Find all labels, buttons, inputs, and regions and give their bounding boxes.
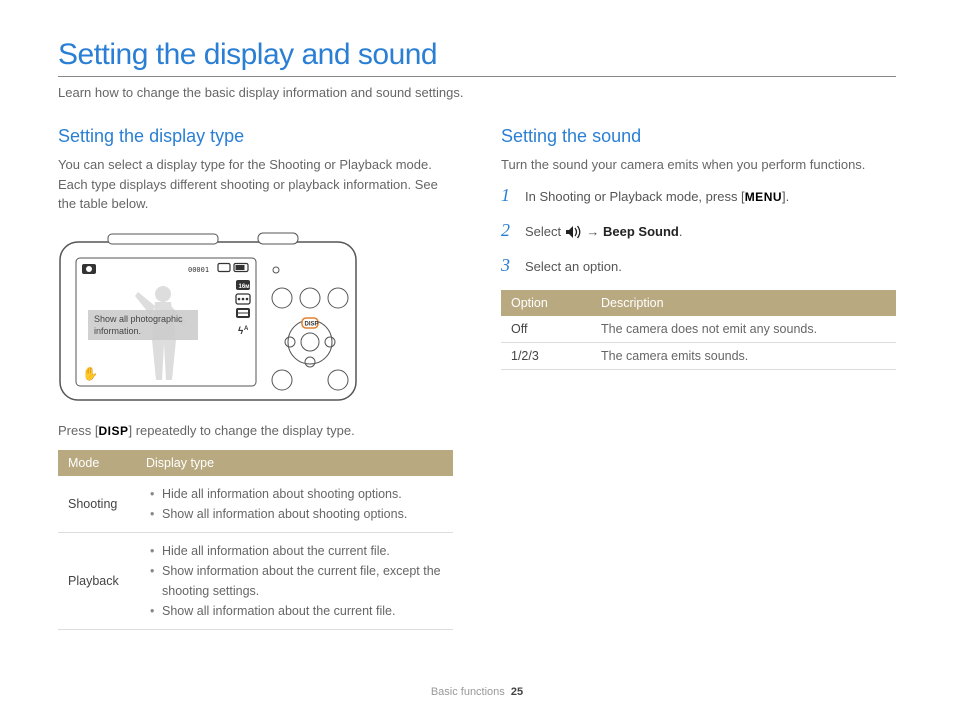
description-header: Description (591, 290, 896, 316)
svg-text:A: A (244, 326, 249, 332)
option-header: Option (501, 290, 591, 316)
list-item: Show all information about shooting opti… (150, 504, 443, 524)
disp-key-label: DISP (98, 424, 128, 438)
sound-options-table: Option Description Off The camera does n… (501, 290, 896, 370)
display-type-desc: You can select a display type for the Sh… (58, 155, 453, 214)
svg-text:DISP: DISP (305, 321, 319, 327)
table-row: Shooting Hide all information about shoo… (58, 476, 453, 533)
table-row: Playback Hide all information about the … (58, 533, 453, 630)
table-row: Off The camera does not emit any sounds. (501, 316, 896, 343)
page-title: Setting the display and sound (58, 38, 896, 77)
shooting-items: Hide all information about shooting opti… (136, 476, 453, 533)
step-1: 1 In Shooting or Playback mode, press [M… (501, 185, 896, 206)
list-item: Show all information about the current f… (150, 601, 443, 621)
step-number: 1 (501, 185, 515, 206)
svg-text:00001: 00001 (188, 266, 209, 274)
page-footer: Basic functions 25 (0, 686, 954, 698)
svg-text:✋: ✋ (82, 366, 98, 381)
arrow-icon: → (586, 224, 599, 239)
press-disp-text: Press [DISP] repeatedly to change the di… (58, 421, 453, 441)
content-columns: Setting the display type You can select … (58, 126, 896, 630)
step-3: 3 Select an option. (501, 255, 896, 276)
option-off: Off (501, 316, 591, 343)
beep-sound-label: Beep Sound (603, 224, 679, 239)
option-123-desc: The camera emits sounds. (591, 342, 896, 369)
callout-line2: information. (94, 326, 141, 336)
display-type-heading: Setting the display type (58, 126, 453, 147)
right-column: Setting the sound Turn the sound your ca… (501, 126, 896, 630)
steps-list: 1 In Shooting or Playback mode, press [M… (501, 185, 896, 276)
camera-diagram: 00001 16м ϟ A ✋ Show all phot (58, 232, 358, 402)
step-number: 2 (501, 220, 515, 241)
list-item: Hide all information about shooting opti… (150, 484, 443, 504)
footer-section: Basic functions (431, 686, 505, 698)
mode-shooting: Shooting (58, 476, 136, 533)
table-row: 1/2/3 The camera emits sounds. (501, 342, 896, 369)
svg-text:16м: 16м (239, 284, 251, 290)
option-123: 1/2/3 (501, 342, 591, 369)
display-type-table: Mode Display type Shooting Hide all info… (58, 450, 453, 630)
sound-icon (565, 225, 583, 239)
menu-key-label: MENU (745, 190, 782, 204)
table-header-row: Option Description (501, 290, 896, 316)
step-number: 3 (501, 255, 515, 276)
left-column: Setting the display type You can select … (58, 126, 453, 630)
playback-items: Hide all information about the current f… (136, 533, 453, 630)
list-item: Hide all information about the current f… (150, 541, 443, 561)
mode-playback: Playback (58, 533, 136, 630)
mode-header: Mode (58, 450, 136, 476)
list-item: Show information about the current file,… (150, 561, 443, 601)
sound-heading: Setting the sound (501, 126, 896, 147)
sound-desc: Turn the sound your camera emits when yo… (501, 155, 896, 175)
table-header-row: Mode Display type (58, 450, 453, 476)
callout-line1: Show all photographic (94, 314, 183, 324)
displaytype-header: Display type (136, 450, 453, 476)
step-2: 2 Select → Beep Sound. (501, 220, 896, 241)
page-intro: Learn how to change the basic display in… (58, 85, 896, 100)
option-off-desc: The camera does not emit any sounds. (591, 316, 896, 343)
page-number: 25 (511, 686, 523, 698)
